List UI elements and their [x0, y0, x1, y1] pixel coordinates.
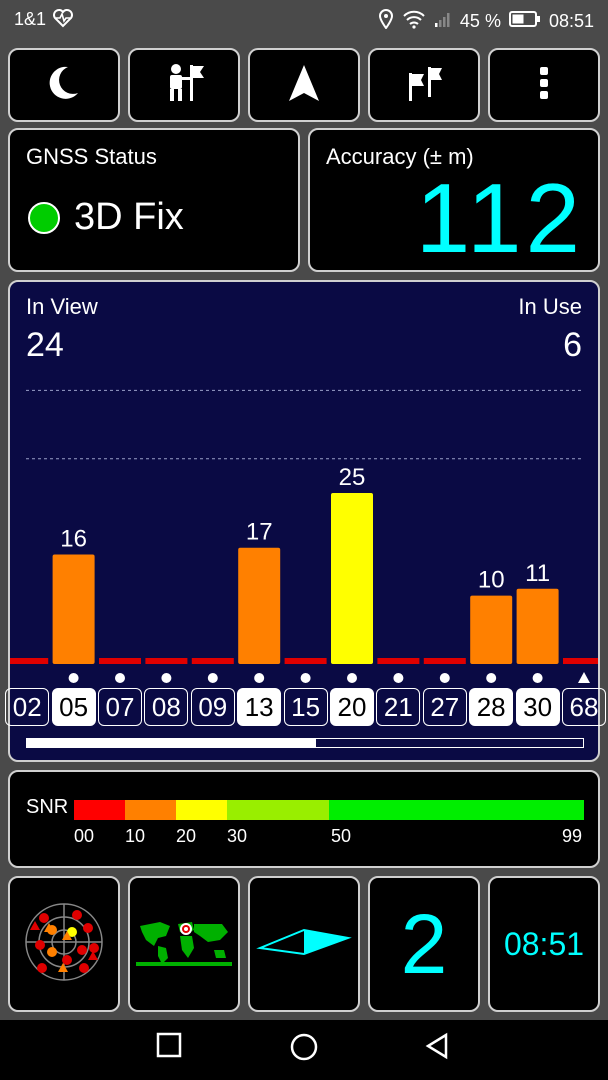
- snr-value-label: 10: [478, 567, 505, 594]
- satellite-marker-dot: [207, 673, 218, 683]
- waypoint-button[interactable]: [128, 48, 240, 122]
- prn-label: 09: [190, 688, 235, 726]
- compass-tile[interactable]: [248, 876, 360, 1012]
- night-mode-button[interactable]: [8, 48, 120, 122]
- more-vert-icon: [538, 65, 550, 106]
- status-bar: 1&1 45 % 08:51: [0, 0, 608, 40]
- snr-bar: [563, 658, 598, 664]
- prn-label: 28: [469, 688, 514, 726]
- snr-value-label: 17: [246, 519, 273, 546]
- snr-bar: [145, 658, 188, 664]
- snr-bar: [191, 658, 234, 664]
- carrier-label: 1&1: [14, 9, 47, 29]
- snr-bar: [52, 554, 95, 664]
- scroll-indicator[interactable]: [26, 738, 584, 748]
- accuracy-value: 112: [415, 163, 584, 273]
- snr-bar: [99, 658, 141, 664]
- gnss-status-label: GNSS Status: [26, 144, 157, 169]
- prn-label: 15: [283, 688, 328, 726]
- heart-rate-icon: [52, 8, 74, 33]
- satellite-marker-dot: [68, 673, 79, 683]
- tile-time: 08:51: [503, 925, 585, 962]
- snr-segment-red: [74, 800, 125, 820]
- prn-label: 27: [422, 688, 467, 726]
- snr-tick: 10: [125, 826, 146, 846]
- satellite-marker-dot: [532, 673, 543, 683]
- location-icon: [378, 9, 394, 34]
- snr-bar: [331, 493, 373, 664]
- fix-status: 3D Fix: [74, 196, 184, 238]
- snr-value-label: 11: [525, 560, 550, 587]
- snr-value-label: 25: [339, 464, 366, 491]
- number-tile[interactable]: 2: [368, 876, 480, 1012]
- snr-segment-orange: [125, 800, 176, 820]
- prn-label: 05: [51, 688, 96, 726]
- snr-bar: [516, 588, 559, 664]
- navigation-button[interactable]: [248, 48, 360, 122]
- prn-label: 68: [562, 688, 606, 726]
- prn-label: 21: [376, 688, 421, 726]
- route-flags-button[interactable]: [368, 48, 480, 122]
- more-options-button[interactable]: [488, 48, 600, 122]
- snr-segment-lightgreen: [227, 800, 329, 820]
- sky-view-tile[interactable]: [8, 876, 120, 1012]
- prn-label: 02: [5, 688, 50, 726]
- sky-plot-icon: [22, 900, 106, 989]
- snr-bar: [284, 658, 327, 664]
- battery-percent: 45 %: [459, 11, 501, 31]
- snr-label: SNR: [26, 796, 69, 818]
- snr-bar: [377, 658, 420, 664]
- snr-legend-panel: SNR 00 10 20 30 50 99: [8, 770, 600, 868]
- wifi-icon: [402, 9, 426, 34]
- prn-label: 07: [98, 688, 142, 726]
- person-flag-icon: [162, 61, 206, 110]
- accuracy-panel[interactable]: Accuracy (± m) 112: [308, 128, 600, 272]
- snr-value-label: 16: [60, 526, 87, 553]
- snr-tick: 99: [561, 826, 582, 846]
- snr-bar: [423, 658, 466, 664]
- snr-color-scale: [74, 800, 584, 820]
- prn-label: 20: [330, 688, 374, 726]
- snr-bar: [10, 658, 49, 664]
- prn-label: 13: [237, 688, 282, 726]
- snr-bar: [238, 547, 281, 664]
- moon-icon: [44, 63, 84, 108]
- snr-tick: 30: [227, 826, 248, 846]
- battery-icon: [508, 10, 541, 33]
- satellite-panel[interactable]: In View 24 In Use 6 16 17 25 10 11 02 05 07 08 0…: [5, 280, 606, 762]
- satellite-marker-dot: [439, 673, 450, 683]
- snr-segment-yellow: [176, 800, 227, 820]
- compass-arrow-icon: [256, 924, 352, 965]
- status-time: 08:51: [548, 11, 594, 31]
- snr-tick: 20: [176, 826, 197, 846]
- satellite-marker-dot: [393, 673, 404, 683]
- snr-bar: [470, 595, 513, 664]
- clock-tile[interactable]: 08:51: [488, 876, 600, 1012]
- satellite-marker-dot: [486, 673, 497, 683]
- satellite-marker-dot: [254, 673, 265, 683]
- world-map-tile[interactable]: [128, 876, 240, 1012]
- system-nav-bar: [0, 1020, 608, 1080]
- snr-tick: 00: [74, 826, 95, 846]
- circle-icon[interactable]: [289, 1032, 319, 1067]
- prn-label: 30: [515, 688, 560, 726]
- snr-tick: 50: [331, 826, 352, 846]
- satellite-marker-dot: [347, 673, 357, 683]
- flags-icon: [404, 63, 444, 108]
- gnss-status-panel[interactable]: GNSS Status 3D Fix: [8, 128, 300, 272]
- signal-icon: [434, 10, 452, 33]
- fix-indicator-icon: [28, 202, 60, 234]
- prn-label: 08: [144, 688, 189, 726]
- satellite-marker-dot: [115, 673, 125, 683]
- square-icon[interactable]: [156, 1032, 182, 1063]
- tile-number: 2: [400, 897, 448, 991]
- satellite-marker-dot: [300, 673, 311, 683]
- triangle-back-icon[interactable]: [424, 1032, 450, 1065]
- navigation-arrow-icon: [286, 63, 322, 108]
- snr-segment-green: [329, 800, 584, 820]
- satellite-marker-dot: [161, 673, 172, 683]
- satellite-marker-triangle: [578, 672, 590, 683]
- world-map-icon: [136, 917, 232, 971]
